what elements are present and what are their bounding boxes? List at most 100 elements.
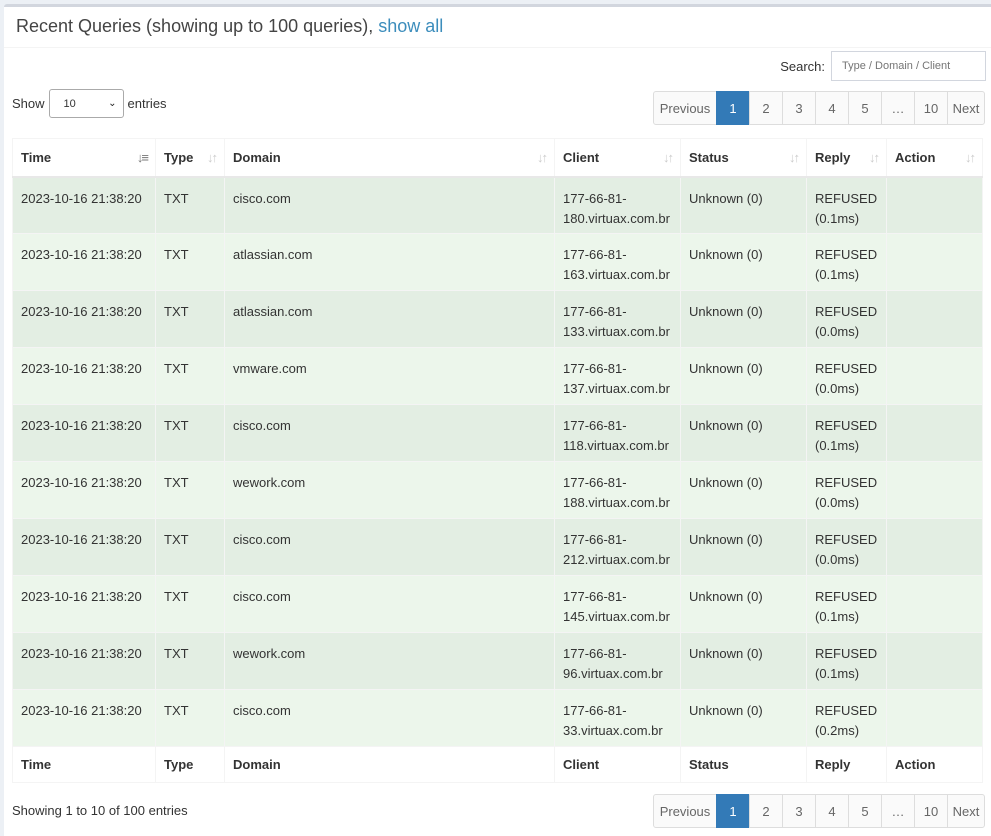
queries-table: Time ↓≡ Type ↓↑ Domain ↓↑ Client ↓↑ Status ↓↑ Repl…: [12, 138, 983, 783]
column-header[interactable]: Reply ↓↑: [806, 138, 887, 178]
type-cell-text: TXT: [164, 646, 189, 661]
page-button[interactable]: 1: [716, 91, 750, 125]
table-row: 2023-10-16 21:38:20 TXT cisco.com 177-66-81…: [12, 689, 983, 747]
reply-cell-text: (0.0ms): [815, 495, 860, 510]
entries-length: Show 10 ⌄ entries: [12, 89, 167, 118]
column-header[interactable]: Action ↓↑: [886, 138, 983, 178]
column-header-label: Time: [21, 149, 52, 165]
domain-cell: cisco.com: [224, 176, 555, 234]
chevron-down-icon: ⌄: [108, 98, 117, 109]
client-cell: 177-66-81- 33.virtuax.com.br: [554, 689, 681, 747]
time-cell-text: 2023-10-16 21:38:20: [21, 247, 142, 262]
reply-cell-text: (0.1ms): [815, 609, 860, 624]
domain-cell: atlassian.com: [224, 233, 555, 291]
column-footer: Status: [680, 746, 807, 783]
reply-cell-text: (0.0ms): [815, 552, 860, 567]
status-cell-text: Unknown (0): [689, 646, 763, 661]
page-button[interactable]: 5: [848, 91, 882, 125]
column-header-label: Client: [563, 149, 600, 165]
search-input[interactable]: [831, 51, 986, 81]
page-button[interactable]: 10: [914, 794, 948, 828]
type-cell: TXT: [155, 290, 225, 348]
page-button[interactable]: 5: [848, 794, 882, 828]
column-header[interactable]: Time ↓≡: [12, 138, 156, 178]
status-cell: Unknown (0): [680, 689, 807, 747]
page-button[interactable]: 2: [749, 91, 783, 125]
domain-cell-text: cisco.com: [233, 589, 291, 604]
reply-cell: REFUSED (0.1ms): [806, 575, 887, 633]
page-button[interactable]: 2: [749, 794, 783, 828]
client-cell-text: 212.virtuax.com.br: [563, 552, 670, 567]
table-row: 2023-10-16 21:38:20 TXT atlassian.com 177-6…: [12, 233, 983, 291]
column-header[interactable]: Domain ↓↑: [224, 138, 555, 178]
reply-cell-text: (0.1ms): [815, 666, 860, 681]
page-button[interactable]: 3: [782, 91, 816, 125]
column-header-label: Domain: [233, 149, 281, 165]
show-all-link[interactable]: show all: [378, 16, 443, 36]
client-cell-text: 96.virtuax.com.br: [563, 666, 663, 681]
client-cell: 177-66-81- 118.virtuax.com.br: [554, 404, 681, 462]
client-cell: 177-66-81- 133.virtuax.com.br: [554, 290, 681, 348]
sort-icon: ↓↑: [207, 150, 218, 165]
page-button[interactable]: …: [881, 794, 915, 828]
client-cell-text: 177-66-81-: [563, 418, 627, 433]
client-cell-text: 180.virtuax.com.br: [563, 210, 670, 226]
client-cell: 177-66-81- 163.virtuax.com.br: [554, 233, 681, 291]
page-button[interactable]: 4: [815, 794, 849, 828]
column-header[interactable]: Status ↓↑: [680, 138, 807, 178]
reply-cell: REFUSED (0.1ms): [806, 632, 887, 690]
reply-cell: REFUSED (0.2ms): [806, 689, 887, 747]
page-button[interactable]: …: [881, 91, 915, 125]
status-cell-text: Unknown (0): [689, 532, 763, 547]
domain-cell: wework.com: [224, 461, 555, 519]
page-button[interactable]: Next: [947, 794, 985, 828]
domain-cell-text: cisco.com: [233, 418, 291, 433]
column-header[interactable]: Client ↓↑: [554, 138, 681, 178]
page-button[interactable]: 10: [914, 91, 948, 125]
type-cell-text: TXT: [164, 475, 189, 490]
type-cell: TXT: [155, 404, 225, 462]
page-button[interactable]: Next: [947, 91, 985, 125]
domain-cell: atlassian.com: [224, 290, 555, 348]
action-cell: [886, 233, 983, 291]
domain-cell-text: atlassian.com: [233, 247, 313, 262]
status-cell-text: Unknown (0): [689, 304, 763, 319]
action-cell: [886, 347, 983, 405]
reply-cell-text: REFUSED: [815, 304, 878, 319]
column-footer: Domain: [224, 746, 555, 783]
reply-cell-text: (0.1ms): [815, 267, 860, 282]
domain-cell: cisco.com: [224, 575, 555, 633]
reply-cell-text: REFUSED: [815, 418, 878, 433]
action-cell: [886, 689, 983, 747]
page-button[interactable]: 3: [782, 794, 816, 828]
reply-cell-text: (0.0ms): [815, 381, 860, 396]
table-info: Showing 1 to 10 of 100 entries: [12, 803, 188, 818]
page-button[interactable]: 4: [815, 91, 849, 125]
time-cell-text: 2023-10-16 21:38:20: [21, 418, 142, 433]
column-header[interactable]: Type ↓↑: [155, 138, 225, 178]
page-button[interactable]: 1: [716, 794, 750, 828]
domain-cell: wework.com: [224, 632, 555, 690]
client-cell-text: 177-66-81-: [563, 646, 627, 661]
client-cell-text: 133.virtuax.com.br: [563, 324, 670, 339]
sort-icon: ↓↑: [537, 150, 548, 165]
status-cell-text: Unknown (0): [689, 475, 763, 490]
page-button[interactable]: Previous: [653, 794, 717, 828]
reply-cell: REFUSED (0.0ms): [806, 461, 887, 519]
column-footer: Client: [554, 746, 681, 783]
reply-cell-text: REFUSED: [815, 532, 878, 547]
status-cell: Unknown (0): [680, 461, 807, 519]
page-button[interactable]: Previous: [653, 91, 717, 125]
entries-select[interactable]: 10 ⌄: [48, 89, 124, 118]
type-cell-text: TXT: [164, 361, 189, 376]
client-cell-text: 177-66-81-: [563, 589, 627, 604]
type-cell-text: TXT: [164, 190, 189, 206]
time-cell: 2023-10-16 21:38:20: [12, 518, 156, 576]
time-cell: 2023-10-16 21:38:20: [12, 233, 156, 291]
time-cell-text: 2023-10-16 21:38:20: [21, 190, 142, 206]
table-row: 2023-10-16 21:38:20 TXT atlassian.com 177-6…: [12, 290, 983, 348]
client-cell-text: 163.virtuax.com.br: [563, 267, 670, 282]
reply-cell-text: REFUSED: [815, 361, 878, 376]
panel-header: Recent Queries (showing up to 100 querie…: [4, 7, 991, 48]
time-cell: 2023-10-16 21:38:20: [12, 461, 156, 519]
